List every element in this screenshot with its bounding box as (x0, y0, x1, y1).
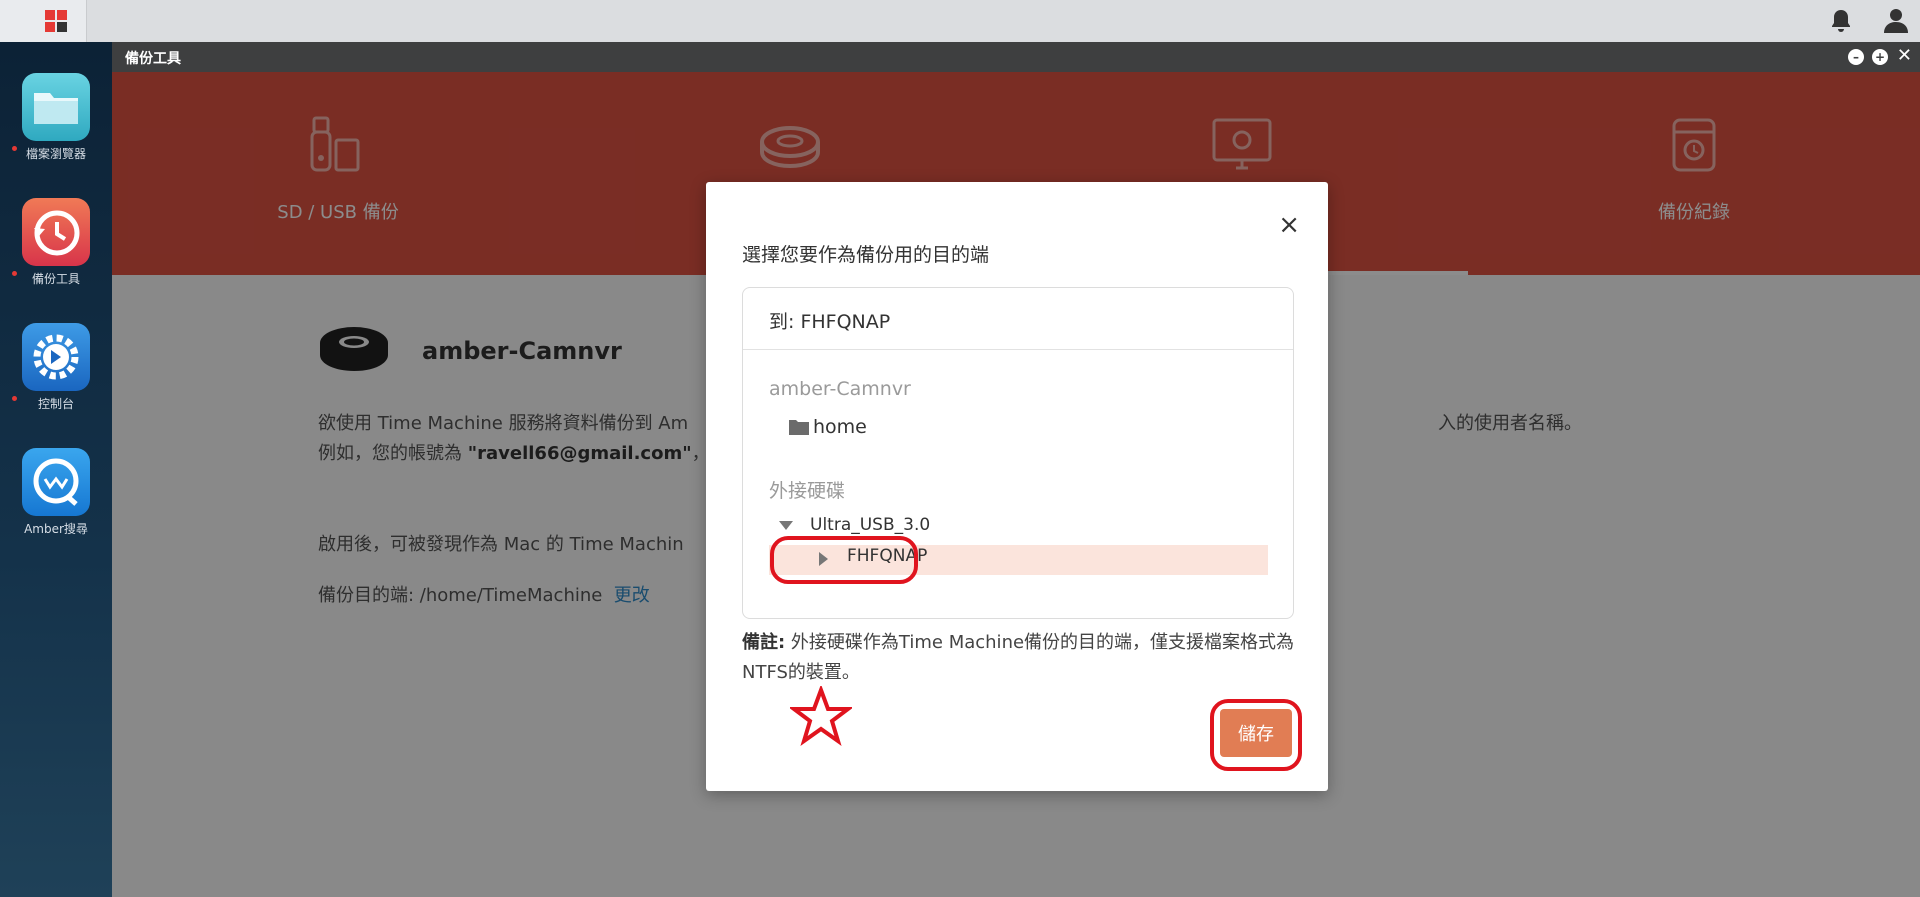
dialog-note: 備註: 外接硬碟作為Time Machine備份的目的端，僅支援檔案格式為NTF… (742, 632, 1295, 683)
sidebar-app-label: 檔案瀏覽器 (25, 147, 86, 161)
expand-arrow-icon[interactable] (779, 521, 793, 530)
folder-icon (22, 73, 90, 141)
window-title: 備份工具 (125, 51, 181, 67)
close-icon[interactable]: × (1278, 212, 1300, 238)
sidebar-app-label: 控制台 (37, 397, 74, 411)
tree-item-home[interactable]: home (813, 416, 867, 438)
sidebar-app-control-panel[interactable]: 控制台 (0, 323, 112, 433)
bell-icon[interactable] (1829, 8, 1853, 34)
tree-item-usb-drive[interactable]: Ultra_USB_3.0 (810, 515, 930, 535)
gear-icon (22, 323, 90, 391)
sidebar-app-label: Amber搜尋 (24, 522, 88, 536)
minimize-icon[interactable]: – (1848, 49, 1864, 65)
sidebar-app-amber-search[interactable]: Amber搜尋 (0, 448, 112, 558)
star-annotation-icon (790, 686, 852, 746)
dialog-title: 選擇您要作為備份用的目的端 (742, 244, 990, 266)
user-icon[interactable] (1882, 6, 1910, 34)
sidebar-app-label: 備份工具 (31, 272, 80, 286)
app-launcher-button[interactable] (0, 0, 87, 42)
window-titlebar: 備份工具 – + ✕ (112, 42, 1920, 72)
sidebar-app-backup-tool[interactable]: 備份工具 (0, 198, 112, 308)
select-destination-dialog: × 選擇您要作為備份用的目的端 到: FHFQNAP amber-Camnvr … (706, 182, 1328, 791)
maximize-icon[interactable]: + (1872, 49, 1888, 65)
close-window-icon[interactable]: ✕ (1897, 45, 1912, 67)
folder-icon (789, 420, 809, 435)
search-bubble-icon (22, 448, 90, 516)
sidebar-app-file-browser[interactable]: 檔案瀏覽器 (0, 73, 112, 183)
app-sidebar: 檔案瀏覽器 備份工具 控制台 Amber搜尋 (0, 42, 112, 897)
backup-clock-icon (22, 198, 90, 266)
external-drive-section-label: 外接硬碟 (769, 480, 846, 502)
top-bar (0, 0, 1920, 43)
selected-target: 到: FHFQNAP (769, 311, 891, 333)
selected-target-header: 到: FHFQNAP (743, 288, 1293, 350)
destination-tree-panel: 到: FHFQNAP amber-Camnvr home 外接硬碟 Ultra_… (742, 287, 1294, 619)
device-section-label: amber-Camnvr (769, 378, 911, 400)
grid-icon (45, 10, 69, 34)
highlight-annotation (770, 536, 918, 584)
highlight-annotation (1210, 699, 1302, 771)
